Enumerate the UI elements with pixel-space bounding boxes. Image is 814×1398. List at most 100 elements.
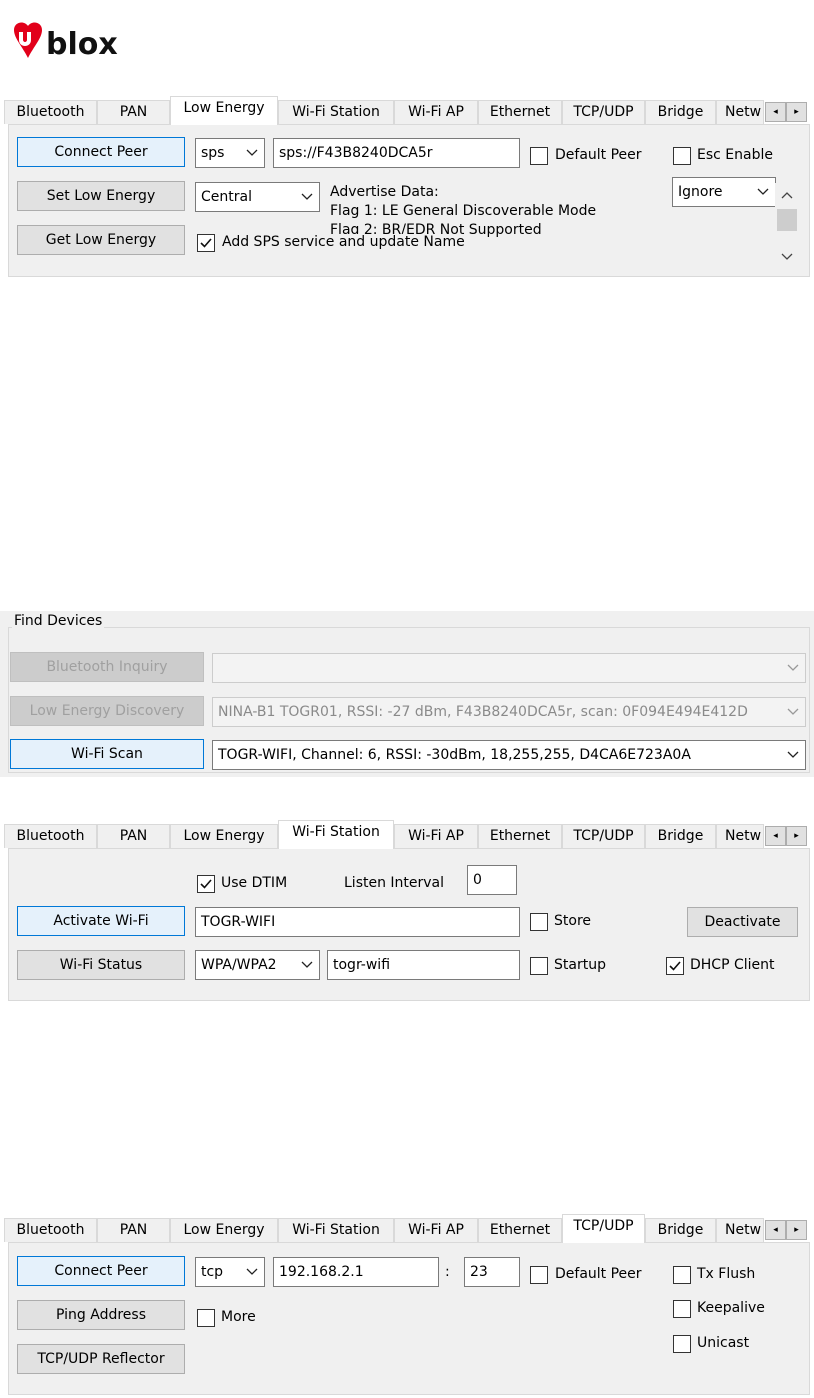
ublox-logo-graphic: blox bbox=[14, 22, 118, 62]
tab-scroll-left-icon[interactable]: ◂ bbox=[765, 102, 786, 122]
tab-pan[interactable]: PAN bbox=[97, 1218, 170, 1242]
tab-scroll-left-icon[interactable]: ◂ bbox=[765, 826, 786, 846]
tcp-udp-reflector-button[interactable]: TCP/UDP Reflector bbox=[17, 1344, 185, 1374]
tab-bluetooth[interactable]: Bluetooth bbox=[4, 1218, 97, 1242]
deactivate-button[interactable]: Deactivate bbox=[687, 907, 798, 937]
tab-wifi-ap[interactable]: Wi-Fi AP bbox=[394, 824, 478, 848]
unicast-checkbox[interactable] bbox=[673, 1335, 691, 1353]
find-devices-title: Find Devices bbox=[12, 613, 105, 629]
startup-label: Startup bbox=[554, 957, 606, 973]
default-peer-checkbox[interactable] bbox=[530, 1266, 548, 1284]
wifi-status-button[interactable]: Wi-Fi Status bbox=[17, 950, 185, 980]
tab-network[interactable]: Netw bbox=[716, 100, 764, 124]
tab-ethernet[interactable]: Ethernet bbox=[478, 824, 562, 848]
tx-flush-checkbox[interactable] bbox=[673, 1266, 691, 1284]
connect-peer-button[interactable]: Connect Peer bbox=[17, 1256, 185, 1286]
checkmark-icon bbox=[200, 879, 212, 889]
low-energy-discovery-results[interactable]: NINA-B1 TOGR01, RSSI: -27 dBm, F43B8240D… bbox=[212, 697, 806, 727]
tcp-protocol-select[interactable]: tcp bbox=[195, 1257, 265, 1287]
ssid-input[interactable]: TOGR-WIFI bbox=[195, 907, 520, 937]
tab-tcp-udp[interactable]: TCP/UDP bbox=[562, 824, 645, 848]
unicast-label: Unicast bbox=[697, 1335, 750, 1351]
tab-bluetooth[interactable]: Bluetooth bbox=[4, 824, 97, 848]
tab-wifi-ap[interactable]: Wi-Fi AP bbox=[394, 100, 478, 124]
tab-pan[interactable]: PAN bbox=[97, 100, 170, 124]
use-dtim-checkbox[interactable] bbox=[197, 875, 215, 893]
tab-wifi-station[interactable]: Wi-Fi Station bbox=[278, 820, 394, 849]
tcp-udp-panel: Connect Peer Ping Address TCP/UDP Reflec… bbox=[8, 1242, 810, 1395]
low-energy-discovery-button[interactable]: Low Energy Discovery bbox=[10, 696, 204, 726]
tab-bridge[interactable]: Bridge bbox=[645, 824, 716, 848]
tab-ethernet[interactable]: Ethernet bbox=[478, 100, 562, 124]
tab-bluetooth[interactable]: Bluetooth bbox=[4, 100, 97, 124]
tab-ethernet[interactable]: Ethernet bbox=[478, 1218, 562, 1242]
find-devices-group: Find Devices Bluetooth Inquiry Low Energ… bbox=[0, 611, 814, 777]
store-checkbox[interactable] bbox=[530, 913, 548, 931]
add-sps-label: Add SPS service and update Name bbox=[222, 234, 465, 250]
tab-strip-low-energy: Bluetooth PAN Low Energy Wi-Fi Station W… bbox=[0, 96, 814, 126]
wifi-scan-results[interactable]: TOGR-WIFI, Channel: 6, RSSI: -30dBm, 18,… bbox=[212, 740, 806, 770]
wifi-station-panel: Use DTIM Listen Interval 0 Activate Wi-F… bbox=[8, 848, 810, 1001]
add-sps-checkbox[interactable] bbox=[197, 234, 215, 252]
password-input[interactable]: togr-wifi bbox=[327, 950, 520, 980]
tab-wifi-ap[interactable]: Wi-Fi AP bbox=[394, 1218, 478, 1242]
tab-scroll-left-icon[interactable]: ◂ bbox=[765, 1220, 786, 1240]
ip-address-input[interactable]: 192.168.2.1 bbox=[273, 1257, 439, 1287]
tab-scroll-right-icon[interactable]: ▸ bbox=[786, 102, 807, 122]
chevron-down-icon bbox=[300, 183, 314, 211]
esc-enable-checkbox[interactable] bbox=[673, 147, 691, 165]
more-label: More bbox=[221, 1309, 256, 1325]
role-select[interactable]: Central bbox=[195, 182, 320, 212]
tab-pan[interactable]: PAN bbox=[97, 824, 170, 848]
tab-scroll-right-icon[interactable]: ▸ bbox=[786, 826, 807, 846]
advertise-scrollbar[interactable] bbox=[775, 183, 799, 267]
protocol-value: sps bbox=[201, 145, 225, 161]
tab-bridge[interactable]: Bridge bbox=[645, 100, 716, 124]
activate-wifi-button[interactable]: Activate Wi-Fi bbox=[17, 906, 185, 936]
ublox-logo: blox bbox=[6, 18, 156, 68]
keepalive-checkbox[interactable] bbox=[673, 1300, 691, 1318]
get-low-energy-button[interactable]: Get Low Energy bbox=[17, 225, 185, 255]
tab-scroll-right-icon[interactable]: ▸ bbox=[786, 1220, 807, 1240]
more-checkbox[interactable] bbox=[197, 1309, 215, 1327]
listen-interval-label: Listen Interval bbox=[344, 875, 445, 891]
port-input[interactable]: 23 bbox=[464, 1257, 520, 1287]
esc-mode-value: Ignore bbox=[678, 184, 723, 200]
security-select[interactable]: WPA/WPA2 bbox=[195, 950, 320, 980]
wifi-scan-button[interactable]: Wi-Fi Scan bbox=[10, 739, 204, 769]
default-peer-label: Default Peer bbox=[555, 1266, 642, 1282]
tab-strip-tcp-udp: Bluetooth PAN Low Energy Wi-Fi Station W… bbox=[0, 1214, 814, 1244]
connect-peer-button[interactable]: Connect Peer bbox=[17, 137, 185, 167]
default-peer-checkbox[interactable] bbox=[530, 147, 548, 165]
protocol-select[interactable]: sps bbox=[195, 138, 265, 168]
tab-strip-wifi-station: Bluetooth PAN Low Energy Wi-Fi Station W… bbox=[0, 820, 814, 850]
tab-bridge[interactable]: Bridge bbox=[645, 1218, 716, 1242]
bluetooth-inquiry-button[interactable]: Bluetooth Inquiry bbox=[10, 652, 204, 682]
chevron-down-icon bbox=[245, 1258, 259, 1286]
listen-interval-input[interactable]: 0 bbox=[467, 865, 517, 895]
scroll-up-icon[interactable] bbox=[781, 187, 793, 199]
startup-checkbox[interactable] bbox=[530, 957, 548, 975]
checkmark-icon bbox=[200, 238, 212, 248]
tab-tcp-udp[interactable]: TCP/UDP bbox=[562, 1214, 645, 1243]
chevron-down-icon bbox=[300, 951, 314, 979]
tab-low-energy[interactable]: Low Energy bbox=[170, 1218, 278, 1242]
esc-mode-select[interactable]: Ignore bbox=[672, 177, 776, 207]
dhcp-client-checkbox[interactable] bbox=[666, 957, 684, 975]
scroll-down-icon[interactable] bbox=[781, 249, 793, 260]
set-low-energy-button[interactable]: Set Low Energy bbox=[17, 181, 185, 211]
tab-tcp-udp[interactable]: TCP/UDP bbox=[562, 100, 645, 124]
tab-low-energy[interactable]: Low Energy bbox=[170, 96, 278, 125]
scroll-thumb[interactable] bbox=[777, 209, 797, 231]
ping-address-button[interactable]: Ping Address bbox=[17, 1300, 185, 1330]
tab-network[interactable]: Netw bbox=[716, 824, 764, 848]
tab-low-energy[interactable]: Low Energy bbox=[170, 824, 278, 848]
tab-network[interactable]: Netw bbox=[716, 1218, 764, 1242]
esc-enable-label: Esc Enable bbox=[697, 147, 773, 163]
dhcp-client-label: DHCP Client bbox=[690, 957, 775, 973]
tab-wifi-station[interactable]: Wi-Fi Station bbox=[278, 100, 394, 124]
peer-url-input[interactable]: sps://F43B8240DCA5r bbox=[273, 138, 520, 168]
tab-wifi-station[interactable]: Wi-Fi Station bbox=[278, 1218, 394, 1242]
default-peer-label: Default Peer bbox=[555, 147, 642, 163]
bluetooth-inquiry-results[interactable] bbox=[212, 653, 806, 683]
